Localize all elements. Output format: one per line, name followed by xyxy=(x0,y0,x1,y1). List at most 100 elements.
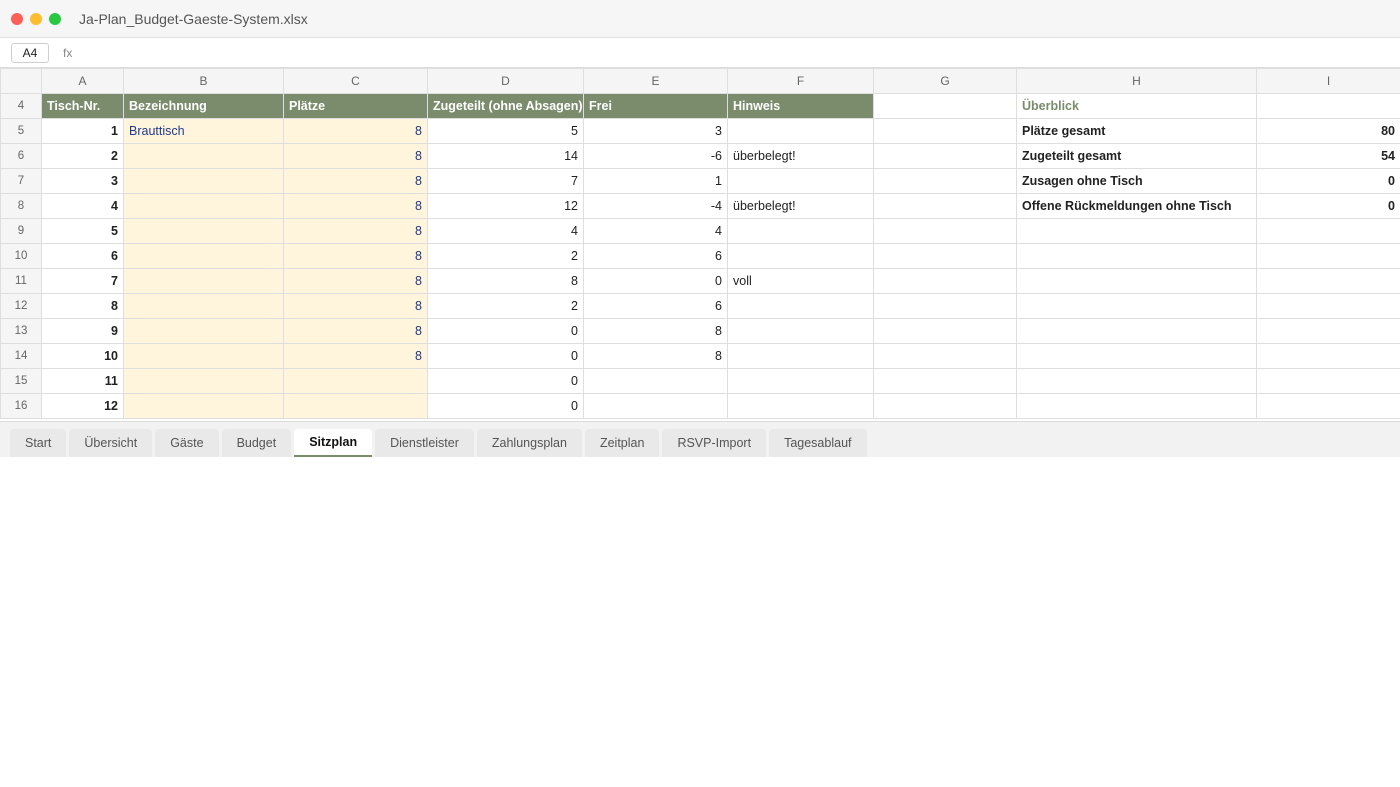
cell[interactable] xyxy=(873,343,1017,369)
cell-frei[interactable]: 0 xyxy=(583,268,728,294)
row-header[interactable]: 9 xyxy=(0,218,42,244)
column-header-h[interactable]: H xyxy=(1016,68,1257,94)
cell[interactable] xyxy=(873,293,1017,319)
cell-plaetze[interactable]: 8 xyxy=(283,218,428,244)
cell[interactable] xyxy=(873,118,1017,144)
cell-frei[interactable]: -6 xyxy=(583,143,728,169)
row-header[interactable]: 13 xyxy=(0,318,42,344)
cell-hinweis[interactable] xyxy=(727,118,874,144)
overview-value[interactable]: 0 xyxy=(1256,168,1400,194)
sheet-tab[interactable]: Sitzplan xyxy=(294,429,373,457)
select-all-corner[interactable] xyxy=(0,68,42,94)
overview-label[interactable] xyxy=(1016,393,1257,419)
cell[interactable] xyxy=(873,168,1017,194)
header-cell-plaetze[interactable]: Plätze xyxy=(283,93,428,119)
cell-bezeichnung[interactable] xyxy=(123,243,284,269)
row-header[interactable]: 10 xyxy=(0,243,42,269)
cell-frei[interactable]: 6 xyxy=(583,293,728,319)
minimize-window-button[interactable] xyxy=(30,12,42,25)
cell-zugeteilt[interactable]: 0 xyxy=(427,393,584,419)
overview-value[interactable] xyxy=(1256,343,1400,369)
cell-bezeichnung[interactable] xyxy=(123,143,284,169)
header-cell-hinweis[interactable]: Hinweis xyxy=(727,93,874,119)
row-header[interactable]: 5 xyxy=(0,118,42,144)
cell-frei[interactable] xyxy=(583,368,728,394)
cell-plaetze[interactable] xyxy=(283,368,428,394)
row-header[interactable]: 14 xyxy=(0,343,42,369)
cell[interactable] xyxy=(873,268,1017,294)
row-header[interactable]: 15 xyxy=(0,368,42,394)
overview-value[interactable] xyxy=(1256,268,1400,294)
cell-tisch-nr[interactable]: 1 xyxy=(41,118,124,144)
row-header[interactable]: 12 xyxy=(0,293,42,319)
row-header[interactable]: 6 xyxy=(0,143,42,169)
overview-value[interactable] xyxy=(1256,393,1400,419)
cell-frei[interactable]: 8 xyxy=(583,343,728,369)
cell-zugeteilt[interactable]: 0 xyxy=(427,343,584,369)
cell-plaetze[interactable]: 8 xyxy=(283,193,428,219)
cell-hinweis[interactable]: überbelegt! xyxy=(727,193,874,219)
cell-hinweis[interactable] xyxy=(727,218,874,244)
cell-plaetze[interactable] xyxy=(283,393,428,419)
overview-value[interactable] xyxy=(1256,293,1400,319)
zoom-window-button[interactable] xyxy=(49,12,61,25)
cell[interactable] xyxy=(873,218,1017,244)
cell-zugeteilt[interactable]: 0 xyxy=(427,318,584,344)
cell-tisch-nr[interactable]: 12 xyxy=(41,393,124,419)
name-box[interactable]: A4 xyxy=(11,42,49,63)
close-window-button[interactable] xyxy=(11,12,23,25)
overview-value[interactable]: 0 xyxy=(1256,193,1400,219)
cell-bezeichnung[interactable] xyxy=(123,293,284,319)
header-cell-tisch-nr[interactable]: Tisch-Nr. xyxy=(41,93,124,119)
cell-bezeichnung[interactable] xyxy=(123,168,284,194)
header-cell-zugeteilt[interactable]: Zugeteilt (ohne Absagen) xyxy=(427,93,584,119)
overview-label[interactable] xyxy=(1016,343,1257,369)
overview-label[interactable] xyxy=(1016,293,1257,319)
cell-tisch-nr[interactable]: 6 xyxy=(41,243,124,269)
cell-bezeichnung[interactable] xyxy=(123,393,284,419)
cell-frei[interactable] xyxy=(583,393,728,419)
cell[interactable] xyxy=(1256,93,1400,119)
cell-plaetze[interactable]: 8 xyxy=(283,143,428,169)
overview-label[interactable]: Zugeteilt gesamt xyxy=(1016,143,1257,169)
cell-bezeichnung[interactable] xyxy=(123,343,284,369)
column-header-f[interactable]: F xyxy=(727,68,874,94)
overview-value[interactable] xyxy=(1256,243,1400,269)
overview-label[interactable]: Zusagen ohne Tisch xyxy=(1016,168,1257,194)
header-cell-frei[interactable]: Frei xyxy=(583,93,728,119)
cell[interactable] xyxy=(873,93,1017,119)
overview-value[interactable]: 80 xyxy=(1256,118,1400,144)
cell-tisch-nr[interactable]: 11 xyxy=(41,368,124,394)
cell-hinweis[interactable]: voll xyxy=(727,268,874,294)
cell-tisch-nr[interactable]: 3 xyxy=(41,168,124,194)
cell-hinweis[interactable] xyxy=(727,293,874,319)
cell-hinweis[interactable] xyxy=(727,393,874,419)
header-cell-bezeichnung[interactable]: Bezeichnung xyxy=(123,93,284,119)
cell-zugeteilt[interactable]: 4 xyxy=(427,218,584,244)
cell-bezeichnung[interactable] xyxy=(123,218,284,244)
cell-zugeteilt[interactable]: 12 xyxy=(427,193,584,219)
cell-plaetze[interactable]: 8 xyxy=(283,318,428,344)
cell-plaetze[interactable]: 8 xyxy=(283,293,428,319)
overview-title[interactable]: Überblick xyxy=(1016,93,1257,119)
cell[interactable] xyxy=(873,243,1017,269)
cell-tisch-nr[interactable]: 2 xyxy=(41,143,124,169)
cell-bezeichnung[interactable] xyxy=(123,368,284,394)
cell-bezeichnung[interactable] xyxy=(123,268,284,294)
cell-hinweis[interactable]: überbelegt! xyxy=(727,143,874,169)
cell-frei[interactable]: -4 xyxy=(583,193,728,219)
cell-frei[interactable]: 8 xyxy=(583,318,728,344)
sheet-tab[interactable]: Zeitplan xyxy=(584,429,660,457)
cell-frei[interactable]: 4 xyxy=(583,218,728,244)
cell-tisch-nr[interactable]: 10 xyxy=(41,343,124,369)
cell-zugeteilt[interactable]: 2 xyxy=(427,243,584,269)
overview-label[interactable] xyxy=(1016,268,1257,294)
cell-bezeichnung[interactable] xyxy=(123,193,284,219)
cell-frei[interactable]: 6 xyxy=(583,243,728,269)
cell-frei[interactable]: 1 xyxy=(583,168,728,194)
cell[interactable] xyxy=(873,318,1017,344)
overview-label[interactable] xyxy=(1016,243,1257,269)
sheet-tab[interactable]: Übersicht xyxy=(69,429,153,457)
cell-plaetze[interactable]: 8 xyxy=(283,118,428,144)
row-header[interactable]: 11 xyxy=(0,268,42,294)
